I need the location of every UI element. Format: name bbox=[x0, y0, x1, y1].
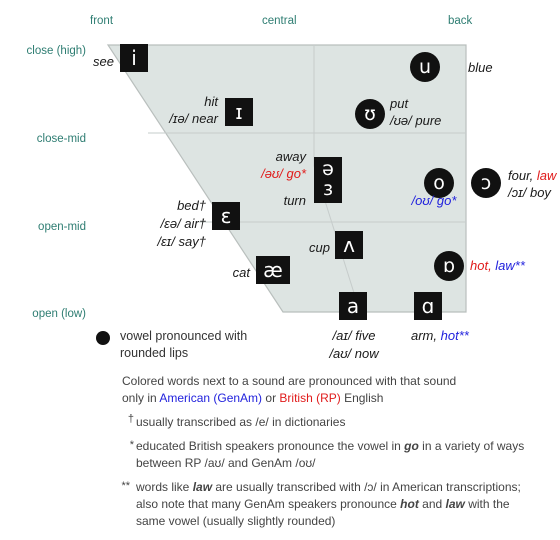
note-colored-line2: only in American (GenAm) or British (RP)… bbox=[122, 390, 542, 407]
word-bed: bed† bbox=[177, 198, 206, 213]
note-star-line2: between RP /aʊ/ and GenAm /oʊ/ bbox=[136, 456, 316, 471]
word-law-blue: law** bbox=[495, 258, 525, 273]
word-four-law: four, law bbox=[508, 167, 556, 185]
axis-label-back: back bbox=[448, 15, 473, 27]
word-hot-red: hot, bbox=[470, 258, 496, 273]
vowel-symbol-turned-script-a[interactable]: ɒ bbox=[434, 251, 464, 281]
note-star-go: go bbox=[404, 439, 419, 453]
word-put: put bbox=[390, 96, 409, 111]
vowel-glyph-wedge: ʌ bbox=[343, 233, 355, 257]
vowel-glyph-o: o bbox=[433, 171, 445, 194]
note-colored-only-in: only in bbox=[122, 391, 160, 406]
vowel-symbol-epsilon[interactable]: ɛ bbox=[212, 202, 240, 230]
vowel-glyph-small-i: ɪ bbox=[235, 100, 243, 124]
vowel-glyph-i: i bbox=[131, 46, 137, 70]
word-now: /aʊ/ now bbox=[329, 346, 379, 361]
note-dstar-line2: also note that many GenAm speakers prono… bbox=[136, 496, 548, 513]
word-away: away bbox=[275, 149, 306, 164]
note-star-text-a: educated British speakers pronounce the … bbox=[136, 439, 405, 453]
word-blue: blue bbox=[468, 60, 493, 75]
word-pure: /ʊə/ pure bbox=[390, 113, 442, 128]
note-american: American (GenAm) bbox=[159, 391, 263, 406]
vowel-glyph-turned-script-a: ɒ bbox=[442, 254, 456, 277]
axis-label-open-mid: open-mid bbox=[38, 221, 86, 233]
note-double-star: ** words like law are usually transcribe… bbox=[121, 479, 548, 530]
vowel-glyph-u: u bbox=[418, 55, 432, 78]
note-star: * educated British speakers pronounce th… bbox=[130, 438, 542, 472]
word-hot-law: hot, law** bbox=[470, 257, 525, 275]
axis-label-front: front bbox=[90, 15, 114, 27]
note-dstar-law: law bbox=[192, 480, 213, 494]
word-go-genam: /oʊ/ go* bbox=[411, 193, 457, 208]
vowel-symbol-small-i[interactable]: ɪ bbox=[225, 98, 253, 126]
note-british: British (RP) bbox=[279, 391, 341, 406]
vowel-glyph-upsilon: ʊ bbox=[364, 102, 376, 125]
vowel-symbol-upsilon[interactable]: ʊ bbox=[355, 99, 385, 129]
word-say: /ɛɪ/ say† bbox=[157, 234, 206, 249]
vowel-glyph-a: a bbox=[346, 294, 360, 318]
axis-label-open: open (low) bbox=[32, 308, 86, 320]
word-hit: hit bbox=[204, 94, 218, 109]
note-star-mark: * bbox=[129, 439, 134, 451]
note-dstar-text-d: with the bbox=[464, 497, 510, 512]
word-cup: cup bbox=[309, 240, 330, 255]
legend-label-line2: rounded lips bbox=[120, 346, 189, 360]
vowel-symbol-ash[interactable]: æ bbox=[256, 256, 290, 284]
note-star-line1: educated British speakers pronounce the … bbox=[136, 438, 542, 455]
word-cat: cat bbox=[232, 265, 250, 280]
vowel-glyph-schwa: ə bbox=[322, 158, 334, 181]
note-dstar-text-a: words like bbox=[136, 480, 193, 494]
note-english: English bbox=[340, 391, 384, 406]
note-dstar-text-c: also note that many GenAm speakers prono… bbox=[136, 497, 401, 512]
vowel-glyph-ash: æ bbox=[263, 258, 283, 282]
note-dstar-text-b: are usually transcribed with /ɔ/ in Amer… bbox=[212, 480, 521, 494]
word-arm: arm, bbox=[411, 328, 441, 343]
note-dagger-text: usually transcribed as /e/ in dictionari… bbox=[136, 415, 346, 429]
note-dagger-mark: † bbox=[127, 413, 134, 425]
word-arm-hot: arm, hot** bbox=[411, 327, 469, 345]
note-or: or bbox=[262, 391, 280, 406]
vowel-symbol-wedge[interactable]: ʌ bbox=[335, 231, 363, 259]
legend-rounded-dot bbox=[96, 331, 110, 345]
note-colored-line1: Colored words next to a sound are pronou… bbox=[122, 374, 457, 388]
vowel-symbol-open-o[interactable]: ɔ bbox=[471, 168, 501, 198]
note-star-text-b: in a variety of ways bbox=[418, 439, 525, 453]
word-five: /aɪ/ five bbox=[332, 328, 376, 343]
word-near: /ɪə/ near bbox=[169, 111, 218, 126]
note-dstar-and: and bbox=[418, 497, 446, 512]
note-dstar-hot: hot bbox=[400, 497, 419, 512]
vowel-symbol-i[interactable]: i bbox=[120, 44, 148, 72]
vowel-symbol-u[interactable]: u bbox=[410, 52, 440, 82]
note-dagger: † usually transcribed as /e/ in dictiona… bbox=[128, 413, 546, 431]
legend-label-line1: vowel pronounced with bbox=[120, 329, 248, 343]
axis-label-close-mid: close-mid bbox=[36, 133, 86, 145]
vowel-glyph-rev-eps: ɜ bbox=[322, 178, 334, 200]
word-hot-blue: hot** bbox=[440, 328, 469, 343]
word-law-red: law bbox=[536, 168, 557, 183]
vowel-chart: front central back close (high) close-mi… bbox=[0, 0, 560, 540]
vowel-symbol-script-a[interactable]: ɑ bbox=[414, 292, 442, 320]
note-colored-words: Colored words next to a sound are pronou… bbox=[122, 373, 542, 407]
vowel-glyph-script-a: ɑ bbox=[421, 294, 435, 318]
note-dstar-line1: words like law are usually transcribed w… bbox=[136, 479, 548, 496]
axis-label-central: central bbox=[262, 15, 297, 27]
vowel-symbol-a[interactable]: a bbox=[339, 292, 367, 320]
vowel-glyph-open-o: ɔ bbox=[480, 171, 492, 194]
word-air: /ɛə/ air† bbox=[160, 216, 206, 231]
word-go-rp: /əʊ/ go* bbox=[261, 166, 306, 181]
vowel-glyph-epsilon: ɛ bbox=[220, 204, 232, 228]
word-see: see bbox=[93, 54, 114, 69]
word-boy: /ɔɪ/ boy bbox=[508, 185, 551, 200]
note-dstar-law2: law bbox=[445, 497, 465, 512]
vowel-symbol-schwa-nurse[interactable]: ə ɜ bbox=[314, 157, 342, 203]
note-double-star-mark: ** bbox=[121, 480, 130, 492]
note-dstar-line3: same vowel (usually slightly rounded) bbox=[136, 514, 336, 529]
word-four: four, bbox=[508, 168, 537, 183]
